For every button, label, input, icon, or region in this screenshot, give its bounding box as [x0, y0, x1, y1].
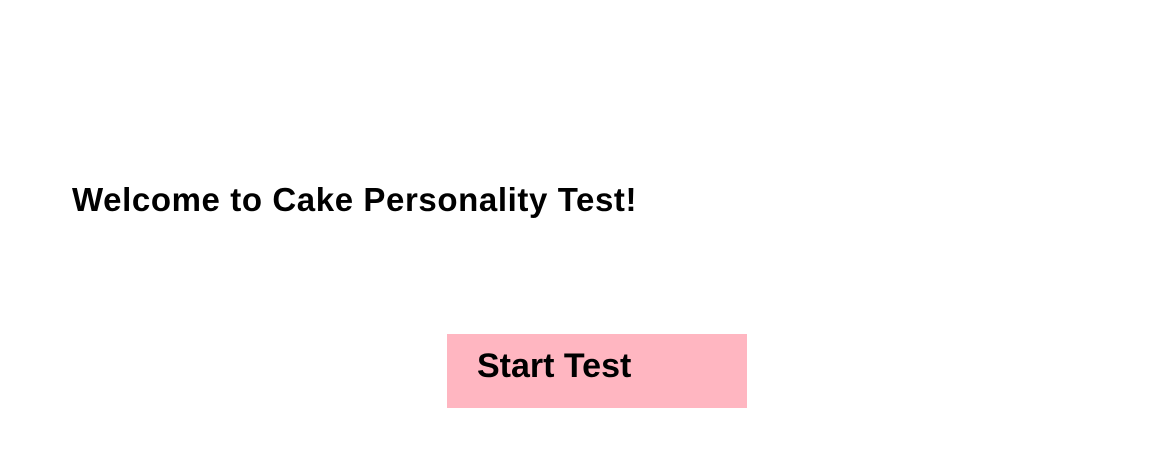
start-test-button-label: Start Test	[477, 347, 632, 385]
page-title: Welcome to Cake Personality Test!	[72, 181, 638, 218]
start-test-button[interactable]: Start Test	[447, 334, 747, 408]
welcome-screen: Welcome to Cake Personality Test! Start …	[0, 0, 1150, 465]
